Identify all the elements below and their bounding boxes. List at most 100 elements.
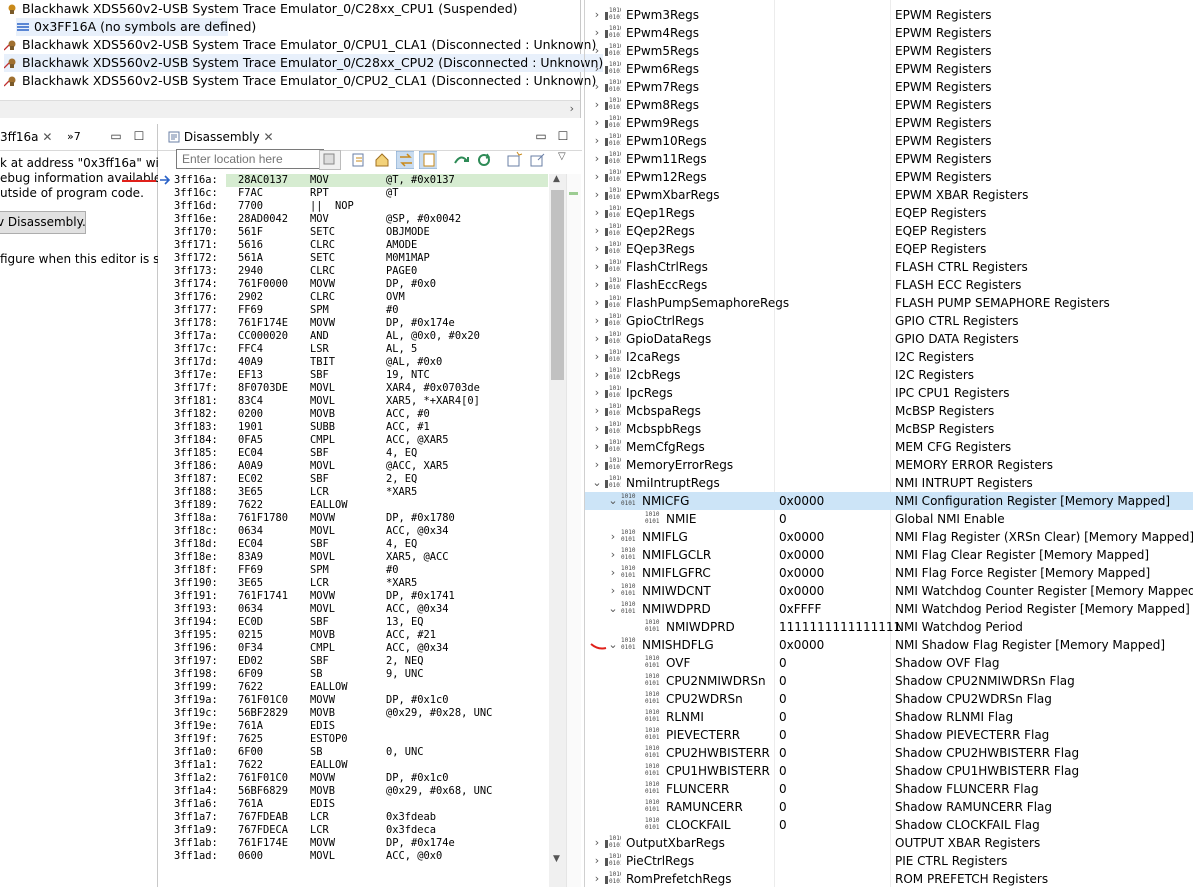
chevron-right-icon[interactable]: › [607,528,619,546]
chevron-right-icon[interactable]: › [591,96,603,114]
register-row[interactable]: ›10100101OutputXbarRegsOUTPUT XBAR Regis… [585,834,1193,852]
go-to-location-button[interactable] [319,150,341,170]
register-row[interactable]: ›10100101I2caRegsI2C Registers [585,348,1193,366]
register-value[interactable]: 0 [779,690,787,708]
home-icon[interactable] [373,151,391,169]
register-row[interactable]: 1010 0101 OVF 0 Shadow OVF Flag [585,654,1193,672]
register-row[interactable]: ›10100101FlashCtrlRegsFLASH CTRL Registe… [585,258,1193,276]
register-value[interactable]: 0x0000 [779,492,824,510]
chevron-down-icon[interactable]: ⌄ [591,474,603,492]
register-row[interactable]: ›10100101EPwmXbarRegsEPWM XBAR Registers [585,186,1193,204]
register-row[interactable]: ›10100101EPwm7RegsEPWM Registers [585,78,1193,96]
register-value[interactable]: 0 [779,762,787,780]
scroll-right-icon[interactable]: › [570,102,574,115]
register-row[interactable]: ›10100101EPwm11RegsEPWM Registers [585,150,1193,168]
chevron-right-icon[interactable]: › [591,60,603,78]
register-row[interactable]: ›10100101FlashPumpSemaphoreRegsFLASH PUM… [585,294,1193,312]
sync-source-icon[interactable] [396,151,414,169]
debug-item[interactable]: 0x3FF16A (no symbols are defined) [16,18,256,36]
register-value[interactable]: 0x0000 [779,582,824,600]
step-over-icon[interactable] [452,151,470,169]
debug-item[interactable]: Blackhawk XDS560v2-USB System Trace Emul… [4,0,518,18]
chevron-right-icon[interactable]: › [591,852,603,870]
register-row[interactable]: ⌄ 1010 0101 NMICFG 0x0000 NMI Configuration R… [585,492,1193,510]
debug-item[interactable]: Blackhawk XDS560v2-USB System Trace Emul… [3,36,596,54]
register-row[interactable]: › 1010 0101 NMIFLGCLR 0x0000 NMI Flag Clear R… [585,546,1193,564]
disassembly-vertical-scrollbar[interactable]: ▲ ▼ [549,174,566,887]
register-row[interactable]: 1010 0101 RLNMI 0 Shadow RLNMI Flag [585,708,1193,726]
register-row[interactable]: ⌄ 1010 0101 NMISHDFLG 0x0000 NMI Shadow Flag … [585,636,1193,654]
register-row[interactable]: ›10100101EQep1RegsEQEP Registers [585,204,1193,222]
chevron-right-icon[interactable]: › [591,402,603,420]
register-value[interactable]: 0 [779,672,787,690]
chevron-right-icon[interactable]: › [591,870,603,887]
register-row[interactable]: ›10100101EPwm6RegsEPWM Registers [585,60,1193,78]
register-row[interactable]: ›10100101IpcRegsIPC CPU1 Registers [585,384,1193,402]
chevron-right-icon[interactable]: › [591,6,603,24]
close-icon[interactable]: ✕ [42,130,52,144]
register-row[interactable]: ›10100101EPwm10RegsEPWM Registers [585,132,1193,150]
register-row[interactable]: ›10100101McbspbRegsMcBSP Registers [585,420,1193,438]
register-row[interactable]: 1010 0101 NMIE 0 Global NMI Enable [585,510,1193,528]
chevron-right-icon[interactable]: › [591,150,603,168]
register-row[interactable]: ›10100101EPwm12RegsEPWM Registers [585,168,1193,186]
chevron-right-icon[interactable]: › [591,258,603,276]
debug-horizontal-scrollbar[interactable]: › [0,100,580,118]
tab-editor[interactable]: 3ff16a ✕ [0,127,52,147]
register-value[interactable]: 0x0000 [779,564,824,582]
register-row[interactable]: ›10100101EPwm5RegsEPWM Registers [585,42,1193,60]
minimize-icon[interactable]: ▭ [533,128,549,144]
chevron-right-icon[interactable]: › [591,348,603,366]
register-row[interactable]: ›10100101EQep3RegsEQEP Registers [585,240,1193,258]
chevron-right-icon[interactable]: › [591,114,603,132]
register-value[interactable]: 0 [779,798,787,816]
register-value[interactable]: 0 [779,744,787,762]
chevron-right-icon[interactable]: › [591,132,603,150]
chevron-right-icon[interactable]: › [591,78,603,96]
register-row[interactable]: ›10100101EPwm9RegsEPWM Registers [585,114,1193,132]
register-row[interactable]: 1010 0101 CLOCKFAIL 0 Shadow CLOCKFAIL Flag [585,816,1193,834]
register-row[interactable]: 1010 0101 FLUNCERR 0 Shadow FLUNCERR Flag [585,780,1193,798]
chevron-right-icon[interactable]: › [591,312,603,330]
register-row[interactable]: 1010 0101 CPU2HWBISTERR 0 Shadow CPU2HWBISTE… [585,744,1193,762]
scroll-down-icon[interactable]: ▼ [553,854,560,864]
chevron-right-icon[interactable]: › [591,186,603,204]
chevron-down-icon[interactable]: ⌄ [607,492,619,510]
new-view-icon[interactable] [505,151,523,169]
register-row[interactable]: 1010 0101 CPU1HWBISTERR 0 Shadow CPU1HWBISTE… [585,762,1193,780]
register-row[interactable]: ›10100101FlashEccRegsFLASH ECC Registers [585,276,1193,294]
close-icon[interactable]: ✕ [263,130,273,144]
register-row[interactable]: 1010 0101 NMIWDPRD 1111111111111111 NMI Watc… [585,618,1193,636]
show-source-icon[interactable] [419,151,437,169]
chevron-down-icon[interactable]: ⌄ [607,600,619,618]
chevron-right-icon[interactable]: › [591,42,603,60]
chevron-right-icon[interactable]: › [607,582,619,600]
register-value[interactable]: 0x0000 [779,546,824,564]
register-row[interactable]: › 1010 0101 NMIFLGFRC 0x0000 NMI Flag Force R… [585,564,1193,582]
register-value[interactable]: 0 [779,780,787,798]
register-row[interactable]: › 1010 0101 NMIFLG 0x0000 NMI Flag Register (… [585,528,1193,546]
register-row[interactable]: ›10100101MemoryErrorRegsMEMORY ERROR Reg… [585,456,1193,474]
tab-overflow[interactable]: »7 [67,127,81,147]
register-value[interactable]: 1111111111111111 [779,618,901,636]
minimize-icon[interactable]: ▭ [108,128,124,144]
register-row[interactable]: › 1010 0101 NMIWDCNT 0x0000 NMI Watchdog Coun… [585,582,1193,600]
debug-item[interactable]: Blackhawk XDS560v2-USB System Trace Emul… [3,72,596,90]
maximize-icon[interactable]: ☐ [555,128,571,144]
register-value[interactable]: 0 [779,654,787,672]
chevron-right-icon[interactable]: › [591,204,603,222]
register-value[interactable]: 0x0000 [779,636,824,654]
register-row[interactable]: ›10100101EPwm3RegsEPWM Registers [585,6,1193,24]
register-value[interactable]: 0x0000 [779,528,824,546]
chevron-right-icon[interactable]: › [591,834,603,852]
view-disassembly-button[interactable]: v Disassembly... [0,211,86,234]
view-menu-icon[interactable]: ▽ [558,151,566,162]
register-row[interactable]: ›10100101MemCfgRegsMEM CFG Registers [585,438,1193,456]
register-row[interactable]: ›10100101GpioCtrlRegsGPIO CTRL Registers [585,312,1193,330]
debug-item[interactable]: Blackhawk XDS560v2-USB System Trace Emul… [3,54,604,72]
refresh-icon[interactable] [475,151,493,169]
register-value[interactable]: 0 [779,510,787,528]
chevron-right-icon[interactable]: › [591,384,603,402]
register-row[interactable]: ›10100101RomPrefetchRegsROM PREFETCH Reg… [585,870,1193,887]
register-value[interactable]: 0 [779,726,787,744]
